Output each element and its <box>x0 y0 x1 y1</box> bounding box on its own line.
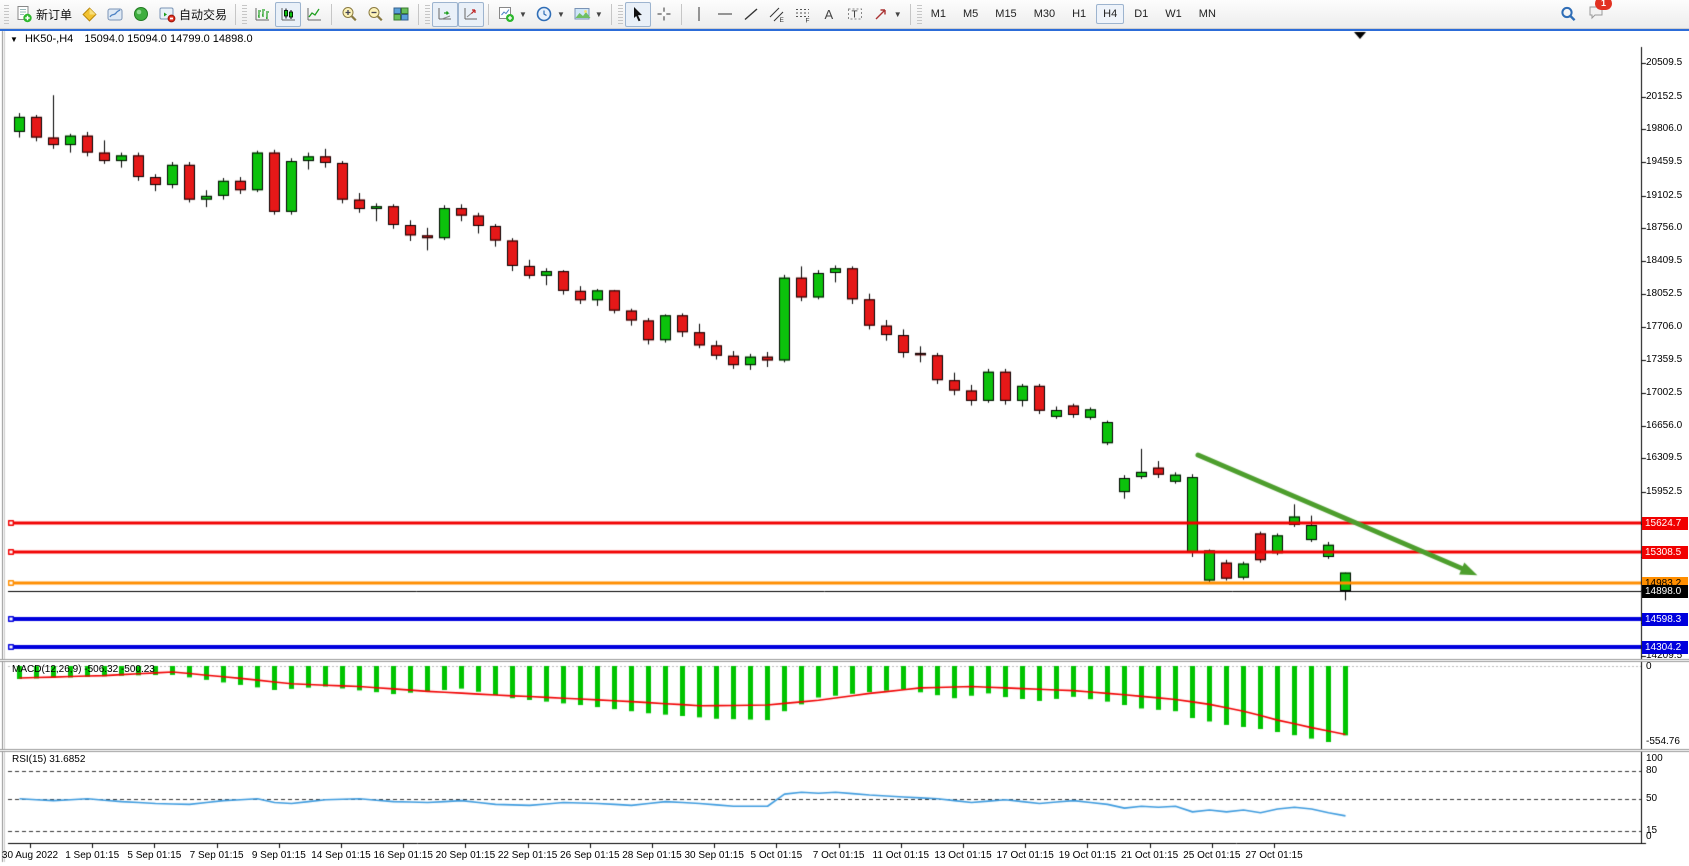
timeframe-button-m1[interactable]: M1 <box>924 4 953 24</box>
horizontal-line-button[interactable] <box>712 2 738 27</box>
template-icon <box>573 5 591 23</box>
toolbar-drag-handle[interactable] <box>4 4 9 24</box>
arrows-icon <box>872 5 890 23</box>
timeframe-button-w1[interactable]: W1 <box>1158 4 1189 24</box>
text-a-icon: A <box>820 5 838 23</box>
clock-icon <box>535 5 553 23</box>
candlestick-chart-button[interactable] <box>275 2 301 27</box>
auto-trading-icon <box>158 5 176 23</box>
timeframe-button-h4[interactable]: H4 <box>1096 4 1124 24</box>
new-chart-icon <box>497 5 515 23</box>
timeframe-button-mn[interactable]: MN <box>1192 4 1223 24</box>
channel-button[interactable]: E <box>764 2 790 27</box>
search-icon[interactable] <box>1559 5 1577 23</box>
toolbar-drag-handle[interactable] <box>618 4 623 24</box>
chevron-down-icon: ▼ <box>519 10 527 19</box>
line-chart-button[interactable] <box>301 2 327 27</box>
signals-button[interactable] <box>128 2 154 27</box>
notification-count-badge: 1 <box>1595 0 1612 10</box>
trendline-icon <box>742 5 760 23</box>
tile-windows-icon <box>392 5 410 23</box>
auto-trading-label: 自动交易 <box>179 6 227 23</box>
vertical-line-button[interactable] <box>686 2 712 27</box>
auto-scroll-icon <box>436 5 454 23</box>
svg-text:E: E <box>779 17 784 23</box>
green-globe-icon <box>132 5 150 23</box>
label-button[interactable]: T <box>842 2 868 27</box>
new-order-label: 新订单 <box>36 6 72 23</box>
chart-shift-icon <box>462 5 480 23</box>
auto-scroll-button[interactable] <box>432 2 458 27</box>
svg-text:A: A <box>824 7 833 22</box>
chart-title: ▼ HK50-,H4 15094.0 15094.0 14799.0 14898… <box>10 33 253 45</box>
chart-canvas[interactable] <box>0 0 1689 866</box>
line-chart-icon <box>305 5 323 23</box>
zoom-out-button[interactable] <box>362 2 388 27</box>
ohlc-values: 15094.0 15094.0 14799.0 14898.0 <box>84 33 252 45</box>
svg-text:T: T <box>851 10 857 21</box>
zoom-in-icon <box>340 5 358 23</box>
fibonacci-icon: F <box>794 5 812 23</box>
toolbar-drag-handle[interactable] <box>242 4 247 24</box>
bar-chart-button[interactable] <box>249 2 275 27</box>
timeframe-button-m15[interactable]: M15 <box>988 4 1023 24</box>
crosshair-icon <box>655 5 673 23</box>
auto-trading-button[interactable]: 自动交易 <box>154 2 231 27</box>
period-button[interactable]: ▼ <box>531 2 569 27</box>
equidistant-channel-icon: E <box>768 5 786 23</box>
chart-window-icon <box>106 5 124 23</box>
cursor-arrow-icon <box>629 5 647 23</box>
text-label-icon: T <box>846 5 864 23</box>
toolbar-drag-handle[interactable] <box>917 4 922 24</box>
arrows-button[interactable]: ▼ <box>868 2 906 27</box>
cursor-button[interactable] <box>625 2 651 27</box>
window-top-border <box>0 29 1689 31</box>
timeframe-button-m5[interactable]: M5 <box>956 4 985 24</box>
fibonacci-button[interactable]: F <box>790 2 816 27</box>
bar-chart-icon <box>253 5 271 23</box>
new-chart-button[interactable]: ▼ <box>493 2 531 27</box>
mt4-window: 新订单 自动交易 ▼ ▼ ▼ E F A <box>0 0 1689 866</box>
new-order-button[interactable]: 新订单 <box>11 2 76 27</box>
yellow-diamond-icon <box>80 5 98 23</box>
marketwatch-diamond-button[interactable] <box>76 2 102 27</box>
zoom-out-icon <box>366 5 384 23</box>
data-window-button[interactable] <box>102 2 128 27</box>
crosshair-button[interactable] <box>651 2 677 27</box>
symbol-period-label: HK50-,H4 <box>25 33 73 45</box>
timeframe-button-d1[interactable]: D1 <box>1127 4 1155 24</box>
chart-context-caret[interactable]: ▼ <box>10 35 18 44</box>
zoom-in-button[interactable] <box>336 2 362 27</box>
text-button[interactable]: A <box>816 2 842 27</box>
timeframe-button-m30[interactable]: M30 <box>1027 4 1062 24</box>
new-order-icon <box>15 5 33 23</box>
chart-shift-button[interactable] <box>458 2 484 27</box>
trendline-button[interactable] <box>738 2 764 27</box>
toolbar: 新订单 自动交易 ▼ ▼ ▼ E F A <box>0 0 1689 29</box>
chevron-down-icon: ▼ <box>894 10 902 19</box>
template-button[interactable]: ▼ <box>569 2 607 27</box>
timeframe-button-h1[interactable]: H1 <box>1065 4 1093 24</box>
chevron-down-icon: ▼ <box>595 10 603 19</box>
candlestick-chart-icon <box>279 5 297 23</box>
vertical-line-icon <box>690 5 708 23</box>
horizontal-line-icon <box>716 5 734 23</box>
toolbar-drag-handle[interactable] <box>425 4 430 24</box>
notifications-button[interactable]: 1 <box>1587 3 1605 26</box>
chevron-down-icon: ▼ <box>557 10 565 19</box>
svg-text:F: F <box>805 18 809 24</box>
timeframe-toolbar: M1M5M15M30H1H4D1W1MN <box>924 4 1223 24</box>
tile-windows-button[interactable] <box>388 2 414 27</box>
